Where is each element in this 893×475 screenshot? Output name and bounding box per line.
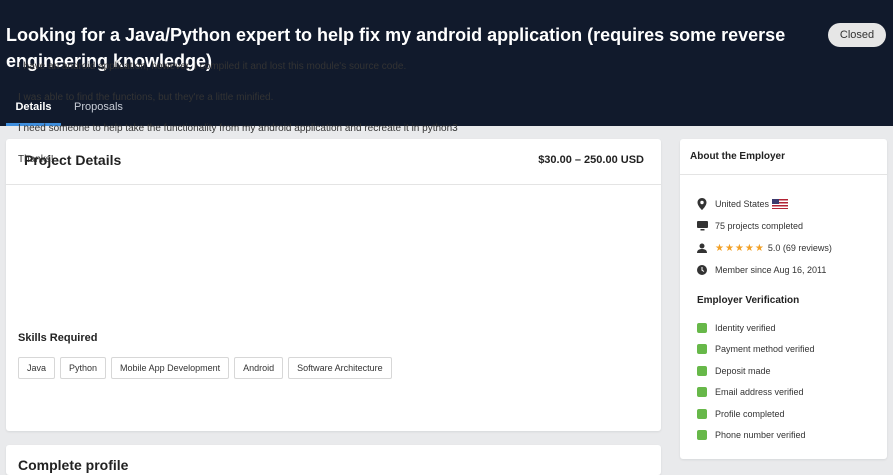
credit-card-icon xyxy=(697,365,707,376)
verification-item: Phone number verified xyxy=(697,425,815,447)
verification-item: Payment method verified xyxy=(697,339,815,361)
employer-projects: 75 projects completed xyxy=(697,215,832,237)
verification-item: Profile completed xyxy=(697,403,815,425)
member-since-text: Member since Aug 16, 2011 xyxy=(715,265,827,275)
lower-card-title: Complete profile xyxy=(18,457,129,473)
verification-label: Identity verified xyxy=(715,322,776,333)
skill-tag[interactable]: Java xyxy=(18,357,56,379)
description-paragraph: I have an android application, however, … xyxy=(18,61,407,72)
verification-label: Profile completed xyxy=(715,408,785,419)
employer-card: About the Employer United States 75 proj… xyxy=(680,139,887,459)
phone-icon xyxy=(697,430,707,441)
description-paragraph: I need someone to help take the function… xyxy=(18,123,458,134)
skills-heading: Skills Required xyxy=(18,332,98,344)
user-icon xyxy=(697,243,715,253)
skill-tag[interactable]: Software Architecture xyxy=(288,357,392,379)
description-paragraph: I was able to find the functions, but th… xyxy=(18,92,274,103)
rating-stars: ★★★★★ xyxy=(715,242,765,254)
description-paragraph: Thanks! xyxy=(18,154,54,165)
skill-tag[interactable]: Android xyxy=(234,357,284,379)
user-icon xyxy=(697,408,707,419)
employer-title: About the Employer xyxy=(690,151,786,162)
projects-text: 75 projects completed xyxy=(715,221,804,231)
employer-info: United States 75 projects completed ★★★★… xyxy=(697,193,832,281)
verification-label: Payment method verified xyxy=(715,344,815,355)
location-text: United States xyxy=(715,199,770,209)
us-flag-icon xyxy=(772,199,789,209)
skill-tag[interactable]: Python xyxy=(60,357,107,379)
employer-rating: ★★★★★ 5.0 (69 reviews) xyxy=(697,237,832,259)
clock-icon xyxy=(697,265,715,275)
project-description: I have an android application, however, … xyxy=(18,61,638,185)
skills-list: Java Python Mobile App Development Andro… xyxy=(18,357,392,379)
employer-header: About the Employer xyxy=(680,139,887,175)
status-badge: Closed xyxy=(828,23,886,47)
verification-label: Deposit made xyxy=(715,365,771,376)
location-pin-icon xyxy=(697,198,715,210)
monitor-icon xyxy=(697,221,715,231)
id-card-icon xyxy=(697,322,707,333)
verification-item: Email address verified xyxy=(697,382,815,404)
verification-item: Identity verified xyxy=(697,317,815,339)
employer-location: United States xyxy=(697,193,832,215)
verification-item: Deposit made xyxy=(697,360,815,382)
verification-label: Phone number verified xyxy=(715,430,806,441)
verification-heading: Employer Verification xyxy=(697,295,800,306)
employer-member-since: Member since Aug 16, 2011 xyxy=(697,259,832,281)
envelope-icon xyxy=(697,387,707,398)
verification-label: Email address verified xyxy=(715,387,804,398)
skill-tag[interactable]: Mobile App Development xyxy=(111,357,230,379)
rating-text: 5.0 (69 reviews) xyxy=(767,243,832,253)
verification-list: Identity verified Payment method verifie… xyxy=(697,317,815,446)
shield-icon xyxy=(697,344,707,355)
